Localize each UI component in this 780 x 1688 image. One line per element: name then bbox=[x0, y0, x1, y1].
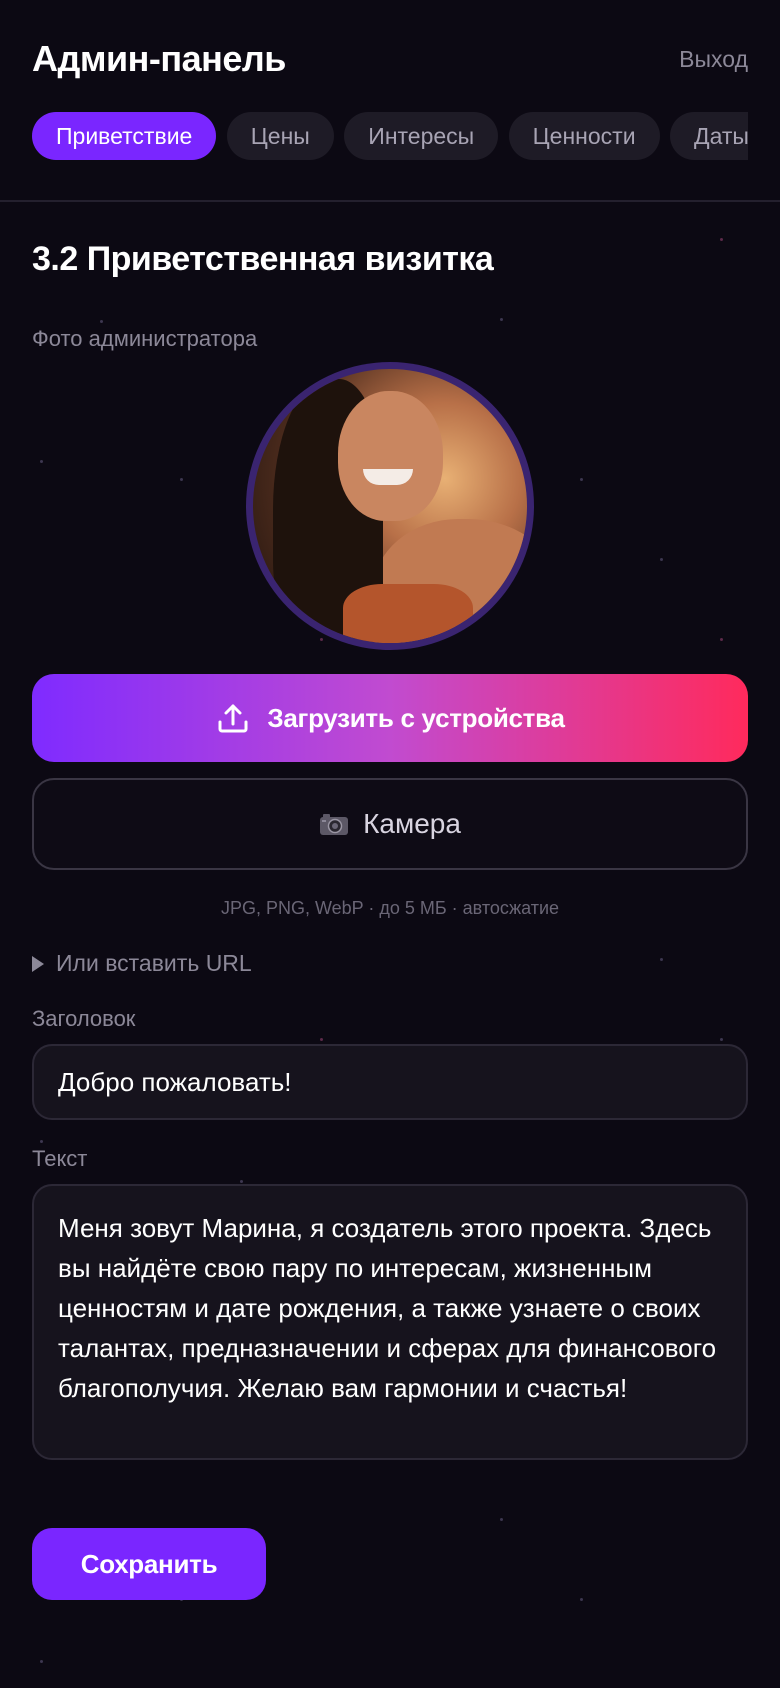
tab-bar: Приветствие Цены Интересы Ценности Даты bbox=[32, 112, 748, 160]
upload-from-device-button[interactable]: Загрузить с устройства bbox=[32, 674, 748, 762]
star-dot bbox=[660, 958, 663, 961]
disclosure-triangle-icon bbox=[32, 955, 44, 972]
logout-link[interactable]: Выход bbox=[679, 46, 748, 73]
tab-dates[interactable]: Даты bbox=[670, 112, 748, 160]
star-dot bbox=[240, 1180, 243, 1183]
star-dot bbox=[720, 238, 723, 241]
upload-icon bbox=[218, 704, 248, 733]
heading-field-label: Заголовок bbox=[32, 1006, 136, 1031]
tab-values[interactable]: Ценности bbox=[508, 112, 660, 160]
text-field-label: Текст bbox=[32, 1146, 88, 1171]
app-title: Админ-панель bbox=[32, 38, 286, 79]
star-dot bbox=[180, 478, 183, 481]
star-dot bbox=[720, 1038, 723, 1041]
star-dot bbox=[320, 1038, 323, 1041]
avatar-frame bbox=[246, 362, 534, 650]
paste-url-label: Или вставить URL bbox=[56, 950, 252, 976]
star-dot bbox=[580, 1598, 583, 1601]
star-dot bbox=[720, 638, 723, 641]
photo-label: Фото администратора bbox=[32, 326, 258, 351]
star-dot bbox=[500, 318, 503, 321]
save-button[interactable]: Сохранить bbox=[32, 1528, 266, 1600]
tab-prices[interactable]: Цены bbox=[226, 112, 334, 160]
star-dot bbox=[40, 1660, 43, 1663]
top-header: Админ-панель Выход Приветствие Цены Инте… bbox=[0, 0, 780, 202]
upload-button-label: Загрузить с устройства bbox=[267, 702, 565, 733]
text-textarea[interactable]: Меня зовут Марина, я создатель этого про… bbox=[32, 1184, 748, 1460]
star-dot bbox=[40, 460, 43, 463]
file-format-hint: JPG, PNG, WebP · до 5 МБ · автосжатие bbox=[220, 898, 560, 918]
tab-interests[interactable]: Интересы bbox=[344, 112, 499, 160]
star-dot bbox=[580, 478, 583, 481]
star-dot bbox=[40, 1140, 43, 1143]
star-dot bbox=[500, 1518, 503, 1521]
camera-button-label: Камера bbox=[363, 808, 461, 839]
star-dot bbox=[660, 558, 663, 561]
camera-button[interactable]: Камера bbox=[32, 778, 748, 870]
admin-avatar bbox=[253, 369, 527, 643]
camera-icon bbox=[320, 814, 349, 835]
paste-url-toggle[interactable]: Или вставить URL bbox=[32, 950, 252, 977]
tab-greeting[interactable]: Приветствие bbox=[32, 112, 217, 160]
star-dot bbox=[100, 320, 103, 323]
section-title: 3.2 Приветственная визитка bbox=[32, 240, 494, 278]
heading-input[interactable]: Добро пожаловать! bbox=[32, 1044, 748, 1120]
